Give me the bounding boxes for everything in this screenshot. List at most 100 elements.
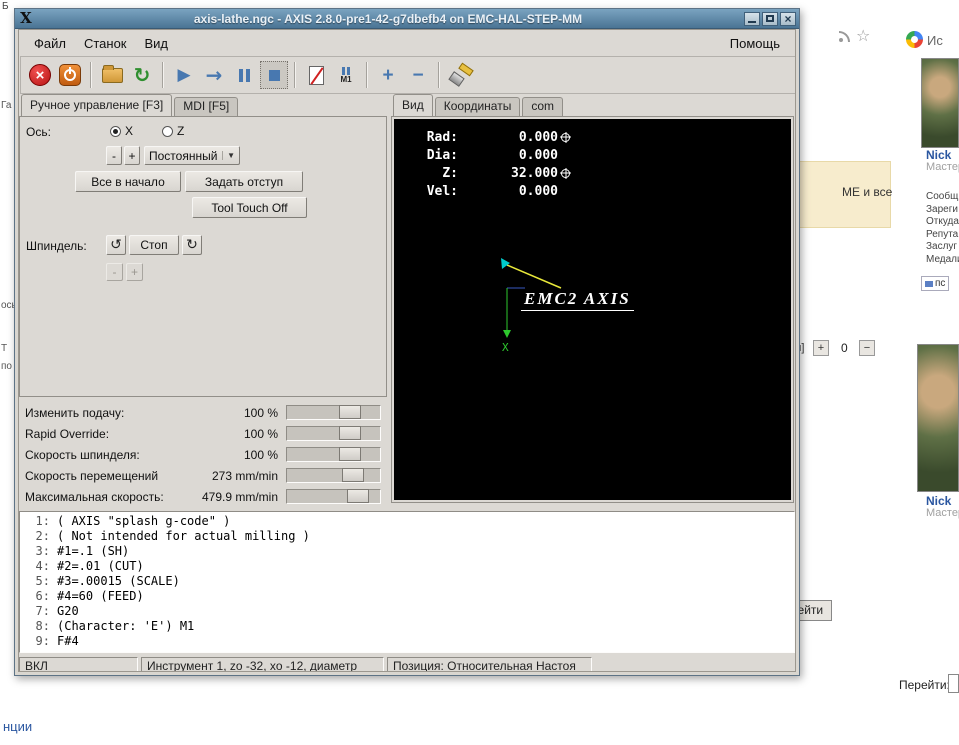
minimize-button[interactable] [744,11,760,26]
gcode-line[interactable]: 9: F#4 [20,634,794,649]
username-link[interactable]: Nick [926,148,951,162]
machine-power-button[interactable] [56,61,84,89]
search-link[interactable]: Ис [927,33,943,48]
jog-speed-value: 273 mm/min [211,469,278,483]
menu-view[interactable]: Вид [136,33,178,54]
desktop: Б Га ось Т по Ис МЕ и все Nick Мастер Со… [0,0,959,745]
gcode-listing[interactable]: 1: ( AXIS "splash g-code" ) 2: ( Not inten… [19,511,795,653]
spindle-faster-button[interactable]: + [126,263,143,281]
slider-handle[interactable] [339,405,361,419]
star-icon[interactable] [856,26,870,46]
gcode-line[interactable]: 8: (Character: 'E') M1 [20,619,794,634]
status-machine-state: ВКЛ [19,657,138,671]
tool-touch-off-button[interactable]: Tool Touch Off [192,197,307,218]
avatar [917,344,959,492]
slider-handle[interactable] [342,468,364,482]
zoom-out-button[interactable]: − [404,61,432,89]
toolbar-separator [162,62,164,88]
axis-x-radio-label: X [125,124,134,138]
gcode-line[interactable]: 4: #2=.01 (CUT) [20,559,794,574]
gcode-line[interactable]: 1: ( AXIS "splash g-code" ) [20,514,794,529]
gcode-line[interactable]: 6: #4=60 (FEED) [20,589,794,604]
profile-field-label: Сообщ [926,191,959,202]
tab-com[interactable]: com [522,97,563,116]
slider-handle[interactable] [347,489,369,503]
menubar: Файл Станок Вид Помощь [19,30,795,56]
gcode-line[interactable]: 2: ( Not intended for actual milling ) [20,529,794,544]
max-velocity-label: Максимальная скорость: [25,490,164,504]
home-all-button[interactable]: Все в начало [75,171,181,192]
jog-speed-row: Скорость перемещений 273 mm/min [19,466,387,487]
pause-button[interactable] [230,61,258,89]
page-text-fragment: по [1,361,12,372]
goto-select[interactable] [948,674,959,693]
zoom-in-button[interactable]: + [374,61,402,89]
titlebar[interactable]: axis-lathe.ngc - AXIS 2.8.0-pre1-42-g7db… [15,9,799,29]
emc2-axis-logo: EMC2 AXIS [521,289,634,311]
axis-x-radio[interactable]: X [110,124,133,138]
jog-plus-button[interactable]: + [124,146,140,165]
feed-override-slider[interactable] [286,405,381,420]
estop-button[interactable] [26,61,54,89]
footer-link[interactable]: нции [3,719,32,734]
open-file-button[interactable] [98,61,126,89]
jog-speed-slider[interactable] [286,468,381,483]
profile-field-label: Зареги [926,203,958,215]
backplot-preview[interactable]: Rad: 0.000 Dia: 0.000 Z: 32.000 Vel: 0.0… [394,119,791,500]
line-number: 6: [35,589,50,603]
reload-icon [134,63,151,87]
menu-machine[interactable]: Станок [75,33,136,54]
toolbar-separator [294,62,296,88]
page-text-fragment: Т [1,343,8,354]
tab-preview[interactable]: Вид [393,94,433,116]
pm-button[interactable]: пс [921,276,950,291]
menu-help[interactable]: Помощь [721,33,789,54]
google-icon[interactable] [906,31,923,48]
rapid-override-slider[interactable] [286,426,381,441]
skip-lines-icon [308,65,324,85]
skip-lines-button[interactable] [302,61,330,89]
toolbar: M1 + − [20,56,795,94]
rss-icon[interactable] [837,29,852,44]
max-velocity-slider[interactable] [286,489,381,504]
spindle-stop-button[interactable]: Стоп [129,235,179,255]
stop-button[interactable] [260,61,288,89]
touch-off-button[interactable]: Задать отступ [185,171,303,192]
line-text: ( AXIS "splash g-code" ) [57,514,231,528]
gcode-line[interactable]: 3: #1=.1 (SH) [20,544,794,559]
spindle-slower-button[interactable]: - [106,263,123,281]
preview-panel: Rad: 0.000 Dia: 0.000 Z: 32.000 Vel: 0.0… [391,116,794,503]
reload-button[interactable] [128,61,156,89]
step-button[interactable] [200,61,228,89]
spindle-override-slider[interactable] [286,447,381,462]
menu-file[interactable]: Файл [25,33,75,54]
jog-speed-label: Скорость перемещений [25,469,159,483]
maximize-button[interactable] [762,11,778,26]
clear-plot-button[interactable] [446,61,474,89]
slider-handle[interactable] [339,447,361,461]
optional-pause-icon: M1 [340,66,352,84]
rep-plus-button[interactable]: + [813,340,829,356]
rep-minus-button[interactable]: − [859,340,875,356]
profile-field-label: Репута [926,228,959,240]
forum-post-box: МЕ и все [799,161,892,228]
run-button[interactable] [170,61,198,89]
axis-z-radio[interactable]: Z [162,124,184,138]
tab-manual-control[interactable]: Ручное управление [F3] [21,94,173,116]
jog-increment-dropdown[interactable]: Постоянный ▼ [144,146,240,165]
gcode-line[interactable]: 5: #3=.00015 (SCALE) [20,574,794,589]
close-button[interactable] [780,10,796,28]
spindle-forward-icon: ↻ [186,237,198,253]
plus-icon: + [382,64,394,86]
tab-dro[interactable]: Координаты [434,97,521,116]
optional-pause-button[interactable]: M1 [332,61,360,89]
close-icon [784,10,791,28]
username-link[interactable]: Nick [926,494,951,508]
slider-handle[interactable] [339,426,361,440]
spindle-reverse-button[interactable]: ↺ [106,235,126,255]
gcode-line[interactable]: 7: G20 [20,604,794,619]
max-velocity-value: 479.9 mm/min [201,490,278,504]
spindle-forward-button[interactable]: ↻ [182,235,202,255]
jog-minus-button[interactable]: - [106,146,122,165]
tab-mdi[interactable]: MDI [F5] [174,97,239,116]
